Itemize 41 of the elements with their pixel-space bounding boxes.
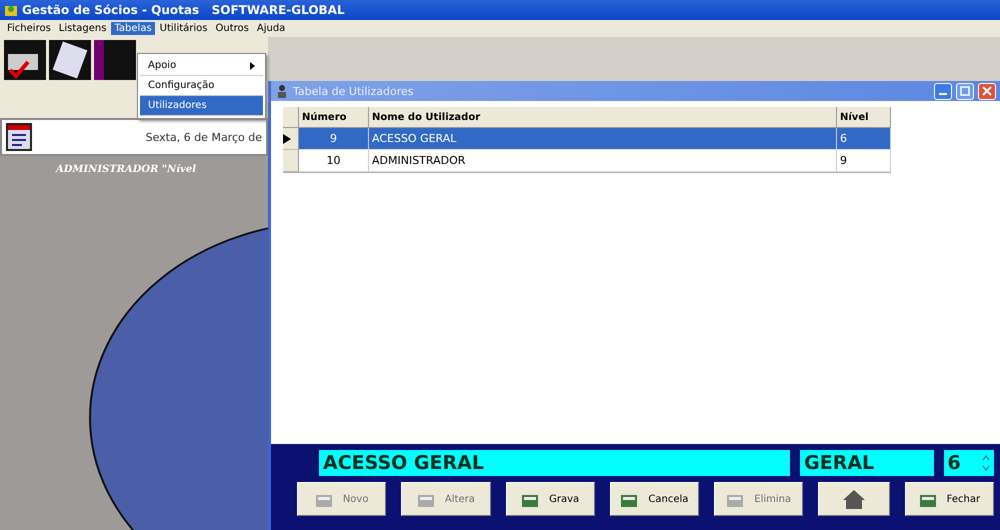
column-header: Nome do Utilizador xyxy=(369,107,837,128)
level-spinner[interactable]: 6 xyxy=(944,450,994,476)
menu-item[interactable]: Ficheiros xyxy=(4,22,54,35)
current-row-icon xyxy=(283,134,291,144)
table-cell: ACESSO GERAL xyxy=(369,128,837,150)
window-title: Gestão de Sócios - Quotas SOFTWARE-GLOBAL xyxy=(22,3,345,17)
calendar-icon xyxy=(6,123,32,151)
close-button[interactable] xyxy=(978,82,996,100)
maximize-button[interactable] xyxy=(956,82,974,100)
house-icon xyxy=(841,488,868,510)
user-text: ADMINISTRADOR "Nível xyxy=(54,163,198,175)
dropdown-item[interactable]: Utilizadores xyxy=(140,96,263,116)
table-cell: 6 xyxy=(837,128,891,150)
level-name-field[interactable]: GERAL xyxy=(800,450,934,476)
submenu-arrow-icon xyxy=(250,62,255,70)
minimize-button[interactable] xyxy=(934,82,952,100)
menu-item[interactable]: Listagens xyxy=(56,22,110,35)
column-header: Número xyxy=(299,107,369,128)
spinner-arrows-icon xyxy=(982,454,990,472)
table-cell: ADMINISTRADOR xyxy=(369,150,837,172)
menu-item[interactable]: Ajuda xyxy=(254,22,288,35)
app-icon xyxy=(4,3,18,17)
menu-item[interactable]: Outros xyxy=(212,22,252,35)
date-text: Sexta, 6 de Março de xyxy=(144,130,262,144)
table-cell: 9 xyxy=(837,150,891,172)
maximize-icon xyxy=(960,86,970,96)
menu-item[interactable]: Tabelas xyxy=(111,22,155,35)
close-icon xyxy=(982,86,992,96)
toolbar-button[interactable]: Fechar xyxy=(904,482,994,516)
child-window-title: Tabela de Utilizadores xyxy=(293,84,414,98)
minimize-icon xyxy=(939,93,947,95)
table-cell: 9 xyxy=(299,128,369,150)
name-field[interactable]: ACESSO GERAL xyxy=(319,450,790,476)
menu-item[interactable]: Utilitários xyxy=(156,22,210,35)
column-header: Nível xyxy=(837,107,891,128)
toolbar-button[interactable]: Grava xyxy=(506,482,595,516)
icon-button[interactable] xyxy=(818,482,890,516)
toolbar-button[interactable]: Cancela xyxy=(610,482,700,516)
person-icon xyxy=(275,84,289,98)
table-cell: 10 xyxy=(299,150,369,172)
signature-icon[interactable] xyxy=(4,40,46,80)
